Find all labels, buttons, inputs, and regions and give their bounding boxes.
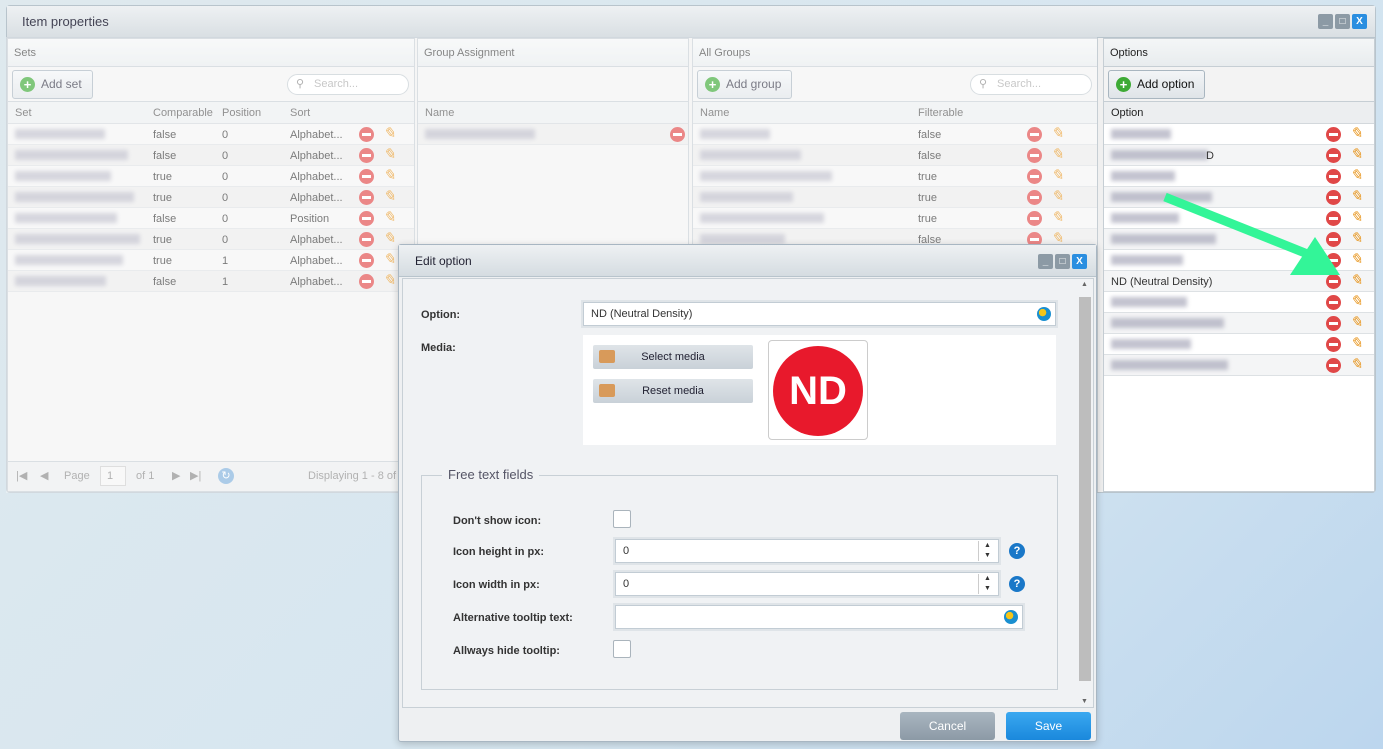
spinner-icon[interactable]: ▲ ▼ (978, 574, 996, 594)
free-text-fieldset: Free text fields Don't show icon: Icon h… (421, 467, 1058, 690)
edit-pencil-icon[interactable]: ✎ (1350, 168, 1363, 184)
table-row[interactable]: D ✎ (1104, 145, 1374, 166)
table-row[interactable]: ✎ (1104, 166, 1374, 187)
edit-pencil-icon[interactable]: ✎ (1350, 294, 1363, 310)
media-area: Select media Reset media ND (583, 335, 1056, 445)
remove-icon[interactable] (1326, 169, 1341, 184)
dialog-body: Option: ND (Neutral Density) Media: Sele… (402, 278, 1094, 708)
inbox-remove-icon (599, 384, 615, 397)
dialog-minimize-button[interactable]: _ (1038, 254, 1053, 269)
options-title: Options (1104, 39, 1374, 67)
dialog-close-button[interactable]: X (1072, 254, 1087, 269)
table-row[interactable]: ✎ (1104, 355, 1374, 376)
annotation-arrow (1163, 192, 1340, 275)
maximize-button[interactable]: □ (1335, 14, 1350, 29)
nd-image: ND (773, 346, 863, 436)
media-label: Media: (421, 342, 456, 354)
globe-icon[interactable] (1037, 307, 1051, 321)
fieldset-title: Free text fields (442, 467, 540, 482)
dialog-maximize-button[interactable]: □ (1055, 254, 1070, 269)
alt-tooltip-label: Alternative tooltip text: (453, 612, 573, 624)
remove-icon[interactable] (1326, 295, 1341, 310)
edit-pencil-icon[interactable]: ✎ (1350, 336, 1363, 352)
hide-tooltip-label: Allways hide tooltip: (453, 645, 560, 657)
hide-tooltip-checkbox[interactable] (613, 640, 631, 658)
edit-pencil-icon[interactable]: ✎ (1350, 357, 1363, 373)
remove-icon[interactable] (1326, 148, 1341, 163)
window-title: Item properties (22, 14, 109, 29)
minimize-button[interactable]: _ (1318, 14, 1333, 29)
globe-icon[interactable] (1004, 610, 1018, 624)
remove-icon[interactable] (1326, 358, 1341, 373)
reset-media-button[interactable]: Reset media (593, 379, 753, 403)
dont-show-icon-label: Don't show icon: (453, 515, 542, 527)
media-preview: ND (768, 340, 868, 440)
save-button[interactable]: Save (1006, 712, 1091, 740)
table-row[interactable]: ✎ (1104, 124, 1374, 145)
table-row[interactable]: ✎ (1104, 334, 1374, 355)
close-button[interactable]: X (1352, 14, 1367, 29)
option-input[interactable]: ND (Neutral Density) (583, 302, 1056, 326)
window-titlebar: Item properties _ □ X (7, 6, 1375, 38)
table-row[interactable]: ✎ (1104, 313, 1374, 334)
option-label: Option: (421, 309, 461, 321)
dont-show-icon-checkbox[interactable] (613, 510, 631, 528)
col-option[interactable]: Option (1111, 107, 1143, 119)
alt-tooltip-input[interactable] (615, 605, 1023, 629)
add-option-button[interactable]: + Add option (1108, 70, 1206, 99)
remove-icon[interactable] (1326, 316, 1341, 331)
remove-icon[interactable] (1326, 127, 1341, 142)
help-icon[interactable]: ? (1009, 576, 1025, 592)
table-row[interactable]: ✎ (1104, 292, 1374, 313)
select-media-button[interactable]: Select media (593, 345, 753, 369)
plus-icon: + (1116, 77, 1131, 92)
dialog-title: Edit option (415, 254, 472, 268)
edit-option-dialog: Edit option _ □ X Option: ND (Neutral Dens… (398, 244, 1097, 742)
cancel-button[interactable]: Cancel (900, 712, 995, 740)
icon-width-input[interactable]: 0 ▲ ▼ (615, 572, 999, 596)
spinner-icon[interactable]: ▲ ▼ (978, 541, 996, 561)
icon-width-label: Icon width in px: (453, 579, 540, 591)
icon-height-label: Icon height in px: (453, 546, 545, 558)
icon-height-input[interactable]: 0 ▲ ▼ (615, 539, 999, 563)
help-icon[interactable]: ? (1009, 543, 1025, 559)
edit-pencil-icon[interactable]: ✎ (1350, 315, 1363, 331)
remove-icon[interactable] (1326, 337, 1341, 352)
scrollbar[interactable]: ▲ ▼ (1078, 281, 1091, 705)
edit-pencil-icon[interactable]: ✎ (1350, 126, 1363, 142)
inbox-icon (599, 350, 615, 363)
edit-pencil-icon[interactable]: ✎ (1350, 147, 1363, 163)
